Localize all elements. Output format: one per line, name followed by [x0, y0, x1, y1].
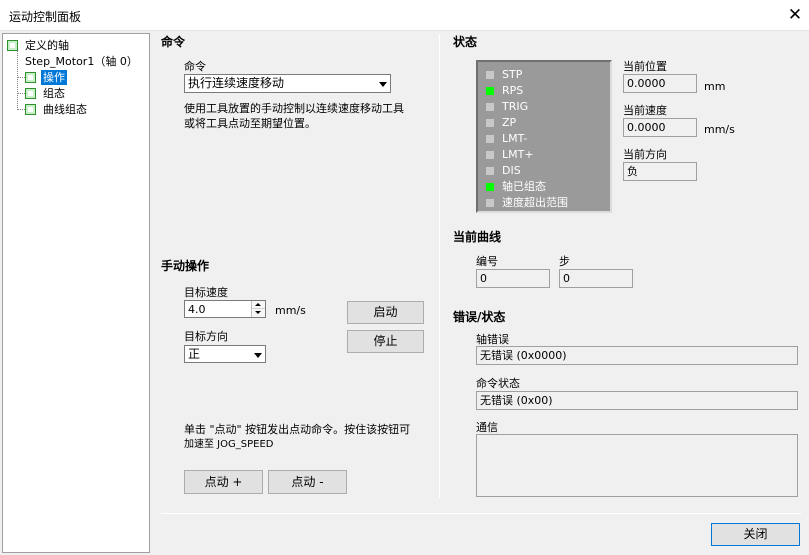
axis-error-label: 轴错误 — [476, 333, 509, 346]
target-speed-value: 4.0 — [188, 303, 206, 316]
window-title: 运动控制面板 — [9, 10, 82, 24]
tree-item-label: 曲线组态 — [43, 103, 87, 116]
stepper-buttons — [251, 301, 265, 317]
status-led-icon — [486, 119, 494, 127]
jog-hint-line: 单击 "点动" 按钮发出点动命令。按住该按钮可 — [184, 423, 411, 436]
axis-error-field: 无错误 (0x0000) — [476, 346, 798, 365]
current-direction-field: 负 — [623, 162, 697, 181]
current-velocity-field: 0.0000 — [623, 118, 697, 137]
current-velocity-label: 当前速度 — [623, 104, 667, 117]
status-led-label: DIS — [502, 164, 521, 177]
curve-section-title: 当前曲线 — [453, 230, 502, 244]
current-position-label: 当前位置 — [623, 60, 667, 73]
tree-node-icon — [25, 88, 36, 99]
tree-node-icon — [25, 104, 36, 115]
status-led-icon — [486, 167, 494, 175]
status-led-icon — [486, 87, 494, 95]
current-position-unit: mm — [704, 80, 726, 93]
command-status-label: 命令状态 — [476, 377, 520, 390]
status-led-icon — [486, 135, 494, 143]
status-led-icon — [486, 199, 494, 207]
curve-number-label: 编号 — [476, 255, 498, 268]
chevron-down-icon[interactable] — [374, 76, 389, 91]
close-button[interactable]: 关闭 — [711, 523, 800, 546]
status-led-icon — [486, 71, 494, 79]
curve-number-field: 0 — [476, 269, 550, 288]
target-direction-value: 正 — [188, 347, 201, 361]
current-direction-label: 当前方向 — [623, 148, 667, 161]
communication-field — [476, 434, 798, 497]
command-select-value: 执行连续速度移动 — [188, 76, 285, 90]
status-led-label: TRIG — [502, 100, 529, 113]
manual-section-title: 手动操作 — [161, 259, 210, 273]
status-led-label: ZP — [502, 116, 517, 129]
decrement-icon[interactable] — [252, 309, 265, 317]
status-led-label: LMT+ — [502, 148, 534, 161]
status-led-label: RPS — [502, 84, 524, 97]
vertical-divider — [439, 34, 440, 498]
tree-item-label: 组态 — [43, 87, 65, 100]
target-speed-stepper[interactable]: 4.0 — [184, 300, 266, 318]
command-description: 使用工具放置的手动控制以连续速度移动工具 或将工具点动至期望位置。 — [184, 101, 434, 131]
jog-hint-line: 加速至 JOG_SPEED — [184, 439, 274, 450]
target-direction-select[interactable]: 正 — [184, 345, 266, 363]
status-led-icon — [486, 103, 494, 111]
status-led-icon — [486, 151, 494, 159]
stop-button[interactable]: 停止 — [347, 330, 424, 353]
target-speed-label: 目标速度 — [184, 286, 228, 299]
chevron-down-icon[interactable] — [249, 347, 264, 361]
target-speed-unit: mm/s — [275, 304, 306, 317]
status-led-label: 轴已组态 — [502, 180, 546, 193]
jog-minus-button[interactable]: 点动 - — [268, 470, 347, 494]
command-select[interactable]: 执行连续速度移动 — [184, 74, 391, 93]
current-velocity-unit: mm/s — [704, 123, 735, 136]
tree-connector — [17, 93, 25, 94]
title-bar: 运动控制面板 ✕ — [0, 0, 809, 31]
start-button[interactable]: 启动 — [347, 301, 424, 324]
jog-plus-button[interactable]: 点动 + — [184, 470, 263, 494]
tree-connector — [17, 50, 18, 110]
status-led-icon — [486, 183, 494, 191]
tree-item-label: Step_Motor1（轴 0） — [25, 55, 138, 68]
status-led-label: 速度超出范围 — [502, 196, 568, 209]
current-position-field: 0.0000 — [623, 74, 697, 93]
communication-label: 通信 — [476, 421, 498, 434]
curve-step-field: 0 — [559, 269, 633, 288]
tree-connector — [17, 109, 25, 110]
status-led-panel: STP RPS TRIG ZP LMT- LMT+ DIS 轴已组态 速度超出范… — [476, 60, 612, 213]
errors-section-title: 错误/状态 — [453, 310, 506, 324]
close-icon[interactable]: ✕ — [784, 4, 806, 26]
command-status-field: 无错误 (0x00) — [476, 391, 798, 410]
tree-connector — [17, 77, 25, 78]
curve-step-label: 步 — [559, 255, 570, 268]
status-section-title: 状态 — [453, 35, 478, 49]
tree-item-label: 操作 — [41, 70, 67, 85]
axis-tree[interactable]: 定义的轴 Step_Motor1（轴 0） 操作 组态 曲线组态 — [2, 33, 150, 553]
increment-icon[interactable] — [252, 301, 265, 309]
target-direction-label: 目标方向 — [184, 330, 228, 343]
footer-divider — [161, 513, 801, 514]
command-description-line: 使用工具放置的手动控制以连续速度移动工具 — [184, 102, 404, 115]
command-description-line: 或将工具点动至期望位置。 — [184, 117, 316, 130]
status-led-label: LMT- — [502, 132, 528, 145]
tree-node-icon — [25, 72, 36, 83]
command-section-title: 命令 — [161, 35, 186, 49]
command-label: 命令 — [184, 60, 206, 73]
jog-hint: 单击 "点动" 按钮发出点动命令。按住该按钮可 加速至 JOG_SPEED — [184, 422, 434, 452]
status-led-label: STP — [502, 68, 523, 81]
tree-node-icon — [7, 40, 18, 51]
tree-item-label: 定义的轴 — [25, 39, 69, 52]
